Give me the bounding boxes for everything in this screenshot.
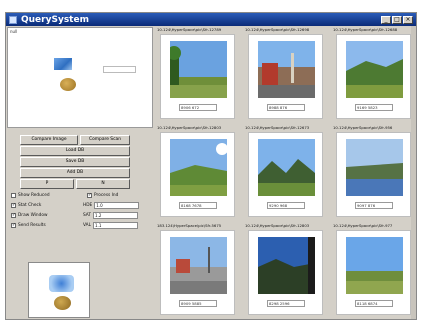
result-cell[interactable]: 10.124\HyperSpace\pic\Sfr-956 9097 876	[331, 124, 416, 221]
result-cell[interactable]: 10.124\HyperSpace\pic\Sfr-12673 9290 968	[243, 124, 330, 221]
result-title: 10.124\HyperSpace\pic\Sfr-12673	[245, 125, 310, 130]
result-score: 8168 7678	[179, 202, 217, 209]
next-button[interactable]: N	[76, 179, 130, 189]
sat-input[interactable]: 1.2	[93, 211, 139, 219]
result-frame: 9169 5823	[336, 34, 411, 119]
app-icon	[9, 15, 17, 24]
title-bar: QuerySystem _ □ ×	[6, 13, 416, 26]
draw-window-checkbox[interactable]: ✓	[11, 212, 16, 218]
result-frame: 8988 876	[248, 34, 323, 119]
result-title: 183.124\HyperSpace\pic\Sfr-5675	[157, 223, 222, 228]
control-column: null Compare Image Compare Scan Load DB …	[6, 26, 154, 319]
result-title: 10.124\HyperSpace\pic\Sfr-12803	[157, 125, 222, 130]
send-results-label: Send Results	[18, 222, 46, 228]
query-input-box[interactable]	[103, 66, 136, 73]
query-image-panel: null	[7, 27, 153, 128]
result-cell[interactable]: 10.124\HyperSpace\pic\Sfr-12803 8168 767…	[155, 124, 242, 221]
controls-panel: Compare Image Compare Scan Load DB Save …	[7, 133, 153, 259]
result-image[interactable]	[170, 41, 227, 98]
send-results-checkbox[interactable]: ✓	[11, 222, 16, 228]
result-frame: 8906 672	[160, 34, 235, 119]
show-reduced-label: Show Reduced	[18, 192, 50, 198]
selection-image-round	[54, 296, 71, 310]
result-cell[interactable]: 10.124\HyperSpace\pic\Sfr-12789 8906 672	[155, 26, 242, 123]
result-cell[interactable]: 10.124\HyperSpace\pic\Sfr-12688 9169 582…	[331, 26, 416, 123]
result-score: 9097 876	[355, 202, 393, 209]
result-title: 10.124\HyperSpace\pic\Sfr-977	[333, 223, 393, 228]
result-cell[interactable]: 10.124\HyperSpace\pic\Sfr-12698 8988 876	[243, 26, 330, 123]
result-frame: 8298 2596	[248, 230, 323, 315]
result-image[interactable]	[346, 41, 403, 98]
result-cell[interactable]: 183.124\HyperSpace\pic\Sfr-5675 8909 588…	[155, 222, 242, 319]
result-image[interactable]	[346, 237, 403, 294]
result-frame: 9290 968	[248, 132, 323, 217]
stat-check-label: Stat Check	[18, 202, 42, 208]
result-frame: 8168 7678	[160, 132, 235, 217]
selection-image-blue	[49, 275, 74, 292]
process-ind-checkbox[interactable]: ✓	[87, 192, 92, 198]
process-ind-option[interactable]: ✓ Process Ind	[87, 191, 118, 199]
result-title: 10.124\HyperSpace\pic\Sfr-12688	[333, 27, 398, 32]
result-cell[interactable]: 10.124\HyperSpace\pic\Sfr-977 8118 6874	[331, 222, 416, 319]
result-frame: 8118 6874	[336, 230, 411, 315]
stat-check-option[interactable]: ✓ Stat Check	[11, 201, 41, 209]
prev-button[interactable]: P	[20, 179, 74, 189]
result-title: 10.124\HyperSpace\pic\Sfr-12803	[245, 223, 310, 228]
window-title: QuerySystem	[21, 14, 89, 25]
hde-input[interactable]: 1.0	[94, 201, 140, 209]
result-image[interactable]	[170, 237, 227, 294]
selection-preview-panel	[28, 262, 90, 318]
result-image[interactable]	[258, 237, 315, 294]
result-score: 9290 968	[267, 202, 305, 209]
results-scrollbar[interactable]	[411, 26, 416, 319]
result-image[interactable]	[170, 139, 227, 196]
result-image[interactable]	[346, 139, 403, 196]
result-title: 10.124\HyperSpace\pic\Sfr-12789	[157, 27, 222, 32]
window-controls: _ □ ×	[381, 15, 413, 24]
compare-image-button[interactable]: Compare Image	[20, 135, 78, 145]
query-thumbnail-blue	[54, 58, 72, 70]
result-score: 8906 672	[179, 104, 217, 111]
add-db-button[interactable]: Add DB	[20, 168, 130, 178]
minimize-button[interactable]: _	[381, 15, 391, 24]
result-cell[interactable]: 10.124\HyperSpace\pic\Sfr-12803 8298 259…	[243, 222, 330, 319]
result-title: 10.124\HyperSpace\pic\Sfr-956	[333, 125, 393, 130]
save-db-button[interactable]: Save DB	[20, 157, 130, 167]
draw-window-label: Draw Window	[18, 212, 48, 218]
val-label: VAL	[83, 222, 91, 228]
result-image[interactable]	[258, 139, 315, 196]
query-label: null	[10, 29, 18, 34]
stat-check-checkbox[interactable]: ✓	[11, 202, 16, 208]
query-thumbnail-round	[60, 78, 76, 91]
result-image[interactable]	[258, 41, 315, 98]
maximize-button[interactable]: □	[392, 15, 402, 24]
hde-field-row: HDE 1.0	[83, 201, 140, 209]
result-title: 10.124\HyperSpace\pic\Sfr-12698	[245, 27, 310, 32]
send-results-option[interactable]: ✓ Send Results	[11, 221, 46, 229]
result-score: 8909 5885	[179, 300, 217, 307]
result-score: 9169 5823	[355, 104, 393, 111]
compare-scan-button[interactable]: Compare Scan	[80, 135, 130, 145]
results-grid: 10.124\HyperSpace\pic\Sfr-12789 8906 672…	[155, 26, 416, 319]
result-score: 8988 876	[267, 104, 305, 111]
result-score: 8118 6874	[355, 300, 393, 307]
result-frame: 8909 5885	[160, 230, 235, 315]
draw-window-option[interactable]: ✓ Draw Window	[11, 211, 48, 219]
result-frame: 9097 876	[336, 132, 411, 217]
show-reduced-option[interactable]: Show Reduced	[11, 191, 50, 199]
process-ind-label: Process Ind	[94, 192, 119, 198]
show-reduced-checkbox[interactable]	[11, 192, 16, 198]
val-field-row: VAL 1.1	[83, 221, 138, 229]
close-button[interactable]: ×	[403, 15, 413, 24]
query-system-window: QuerySystem _ □ × null Compare Image Com…	[5, 12, 417, 320]
result-score: 8298 2596	[267, 300, 305, 307]
load-db-button[interactable]: Load DB	[20, 146, 130, 156]
hde-label: HDE	[83, 202, 93, 208]
val-input[interactable]: 1.1	[93, 221, 138, 229]
sat-label: SAT	[83, 212, 92, 218]
sat-field-row: SAT 1.2	[83, 211, 139, 219]
